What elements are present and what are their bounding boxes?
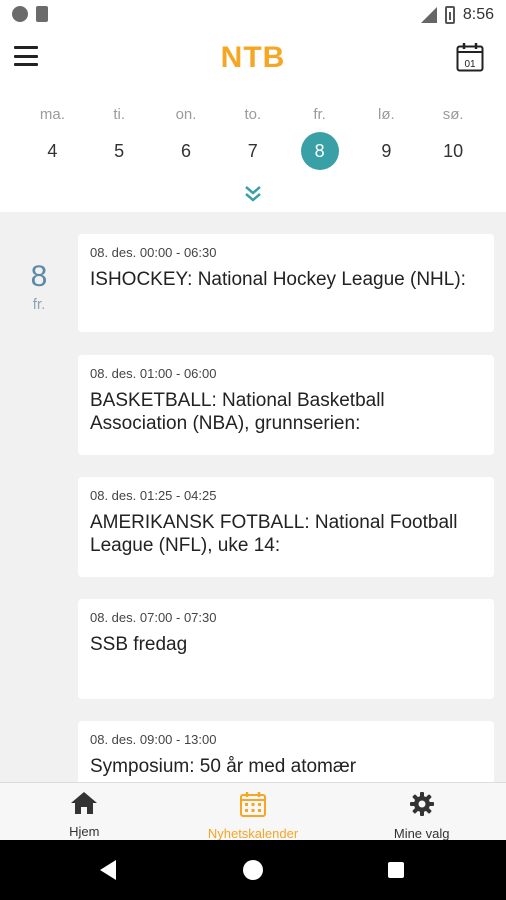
nav-label: Nyhetskalender bbox=[207, 826, 299, 841]
day-number[interactable]: 10 bbox=[434, 132, 472, 170]
day-name: ma. bbox=[39, 106, 65, 123]
day-item[interactable]: lø. 9 bbox=[353, 106, 420, 170]
event-time: 08. des. 01:00 - 06:00 bbox=[90, 366, 217, 381]
date-number: 8 bbox=[30, 260, 48, 293]
bottom-navigation: Hjem Nyhetskalender Mine valg bbox=[0, 782, 506, 841]
day-name: to. bbox=[244, 106, 262, 123]
event-card[interactable]: 08. des. 00:00 - 06:30 ISHOCKEY: Nationa… bbox=[78, 234, 494, 332]
nav-label: Hjem bbox=[69, 824, 100, 839]
calendar-icon bbox=[240, 792, 266, 817]
day-item[interactable]: on. 6 bbox=[153, 106, 220, 170]
system-navigation-bar bbox=[0, 840, 506, 900]
signal-icon bbox=[420, 7, 437, 23]
event-title: AMERIKANSK FOTBALL: National Football Le… bbox=[90, 512, 458, 556]
event-time: 08. des. 00:00 - 06:30 bbox=[90, 245, 217, 260]
event-card[interactable]: 08. des. 07:00 - 07:30 SSB fredag bbox=[78, 599, 494, 699]
nav-label: Mine valg bbox=[393, 826, 450, 841]
day-name: fr. bbox=[313, 106, 326, 123]
event-time: 08. des. 09:00 - 13:00 bbox=[90, 732, 217, 747]
status-time: 8:56 bbox=[462, 6, 494, 23]
day-number[interactable]: 9 bbox=[367, 132, 405, 170]
day-item[interactable]: ti. 5 bbox=[86, 106, 153, 170]
home-circle-icon[interactable] bbox=[243, 860, 263, 880]
recent-apps-icon[interactable] bbox=[388, 862, 404, 878]
event-title: ISHOCKEY: National Hockey League (NHL): bbox=[90, 269, 466, 290]
day-number[interactable]: 7 bbox=[234, 132, 272, 170]
event-card[interactable]: 08. des. 01:00 - 06:00 BASKETBALL: Natio… bbox=[78, 355, 494, 455]
event-list: 8 fr. 08. des. 00:00 - 06:30 ISHOCKEY: N… bbox=[0, 212, 506, 782]
day-name: sø. bbox=[442, 106, 464, 123]
event-card[interactable]: 08. des. 09:00 - 13:00 Symposium: 50 år … bbox=[78, 721, 494, 782]
date-indicator: 8 fr. bbox=[22, 260, 56, 313]
gear-icon bbox=[409, 792, 434, 816]
battery-icon bbox=[444, 6, 455, 24]
status-bar: 8:56 bbox=[0, 0, 506, 32]
day-name: ti. bbox=[113, 106, 126, 123]
sd-card-icon bbox=[36, 6, 48, 22]
back-icon[interactable] bbox=[100, 860, 116, 880]
day-item[interactable]: ma. 4 bbox=[19, 106, 86, 170]
home-icon bbox=[71, 792, 98, 814]
calendar-icon[interactable]: 01 bbox=[456, 42, 484, 72]
status-right: 8:56 bbox=[419, 6, 494, 24]
expand-calendar-icon[interactable] bbox=[243, 184, 263, 204]
day-number[interactable]: 4 bbox=[33, 132, 71, 170]
app-bar: NTB 01 bbox=[0, 32, 506, 88]
event-title: Symposium: 50 år med atomær bbox=[90, 756, 357, 777]
day-number-selected[interactable]: 8 bbox=[300, 132, 339, 170]
event-title: BASKETBALL: National Basketball Associat… bbox=[90, 390, 385, 434]
nav-news-calendar[interactable]: Nyhetskalender bbox=[169, 783, 338, 841]
event-time: 08. des. 01:25 - 04:25 bbox=[90, 488, 217, 503]
app-logo: NTB bbox=[220, 41, 286, 74]
day-name: lø. bbox=[378, 106, 395, 123]
notification-icon bbox=[12, 6, 28, 22]
calendar-icon-day: 01 bbox=[464, 59, 476, 70]
day-number[interactable]: 5 bbox=[100, 132, 138, 170]
event-title: SSB fredag bbox=[90, 634, 188, 655]
nav-my-settings[interactable]: Mine valg bbox=[337, 783, 506, 841]
date-weekday: fr. bbox=[32, 296, 46, 313]
week-strip: ma. 4 ti. 5 on. 6 to. 7 fr. 8 lø. 9 sø. … bbox=[0, 88, 506, 212]
day-number[interactable]: 6 bbox=[167, 132, 205, 170]
nav-home[interactable]: Hjem bbox=[0, 783, 169, 840]
week-days: ma. 4 ti. 5 on. 6 to. 7 fr. 8 lø. 9 sø. … bbox=[19, 106, 487, 170]
event-time: 08. des. 07:00 - 07:30 bbox=[90, 610, 217, 625]
status-left bbox=[12, 6, 48, 22]
day-name: on. bbox=[175, 106, 197, 123]
event-card[interactable]: 08. des. 01:25 - 04:25 AMERIKANSK FOTBAL… bbox=[78, 477, 494, 577]
day-item[interactable]: sø. 10 bbox=[420, 106, 487, 170]
day-item-selected[interactable]: fr. 8 bbox=[286, 106, 353, 170]
day-item[interactable]: to. 7 bbox=[219, 106, 286, 170]
